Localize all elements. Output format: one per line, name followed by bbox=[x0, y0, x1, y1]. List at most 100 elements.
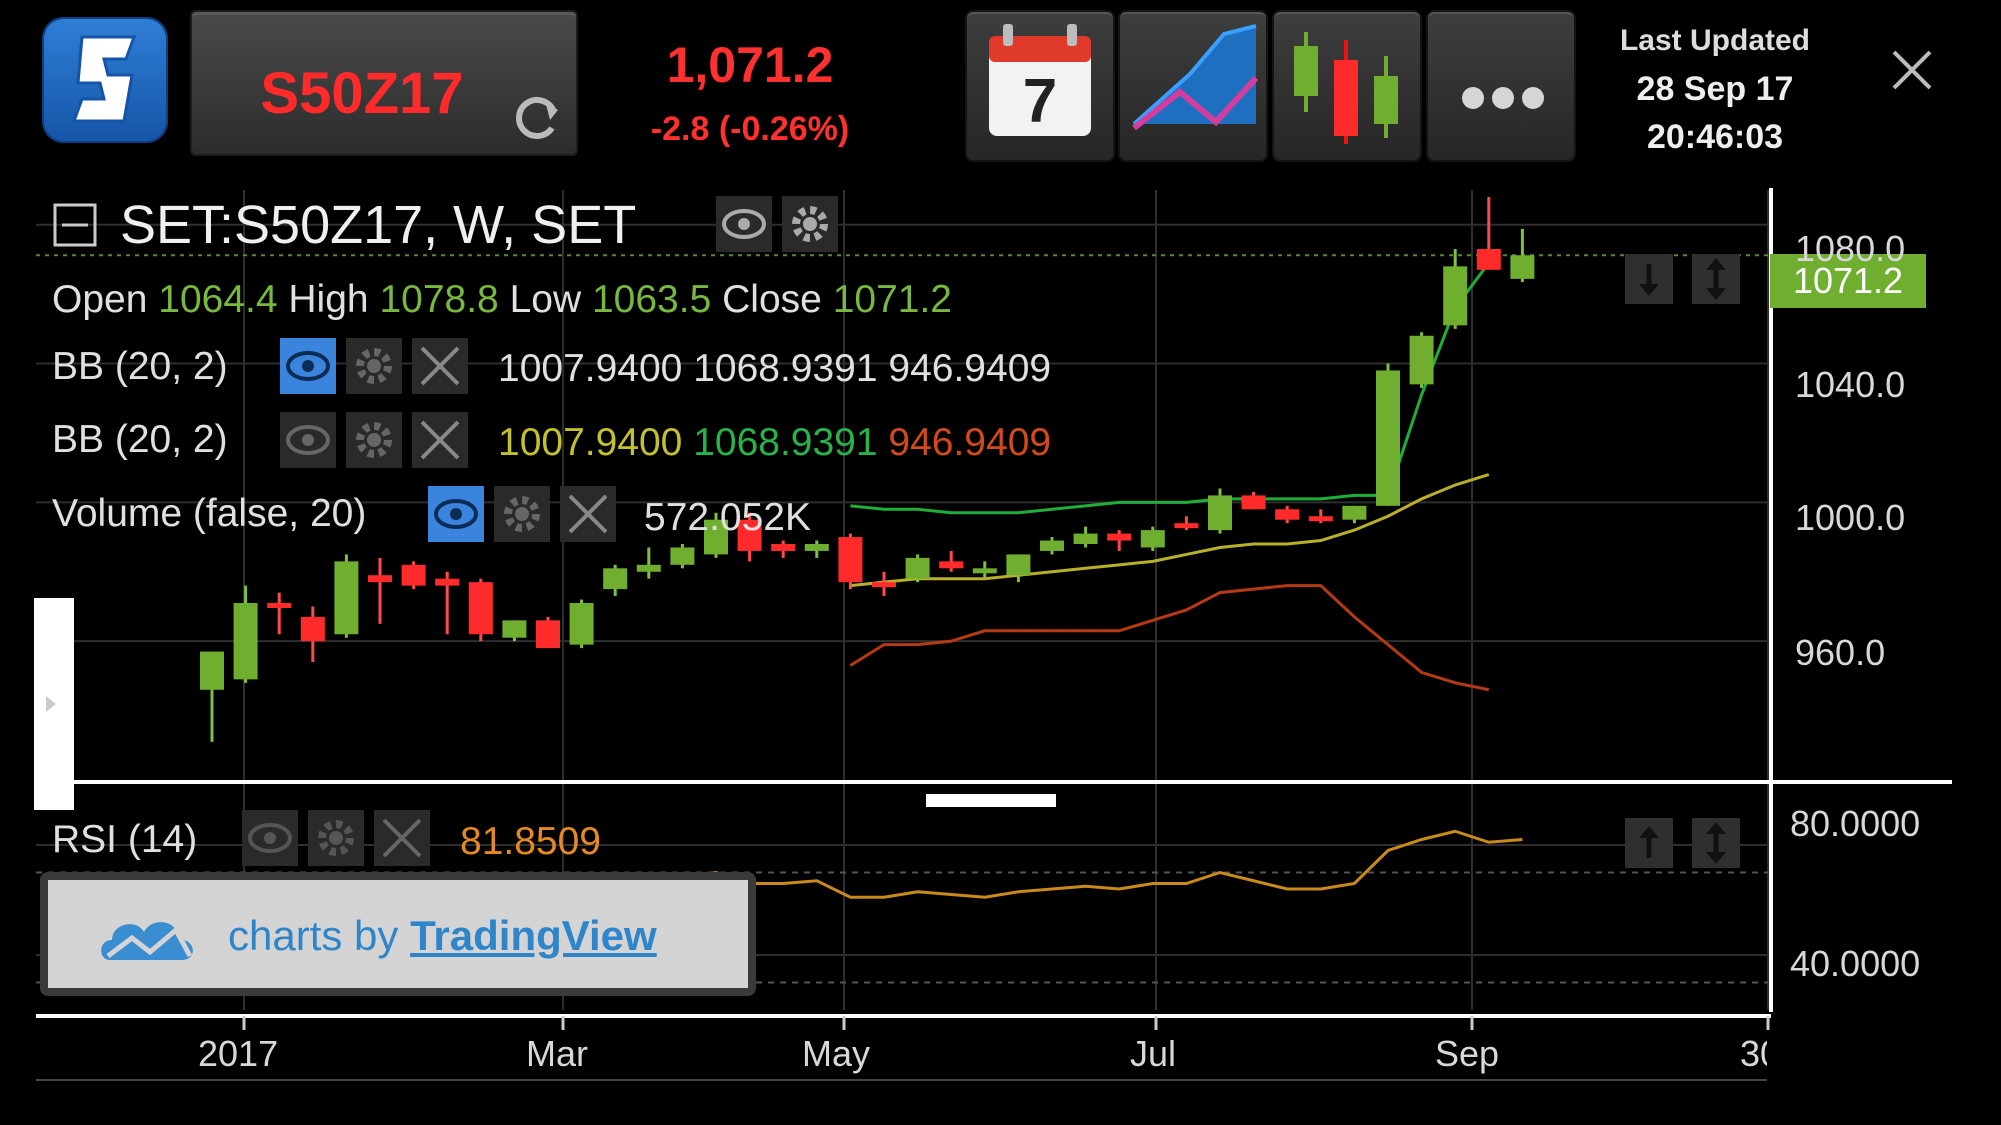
candle[interactable] bbox=[1376, 363, 1400, 506]
candle[interactable] bbox=[1476, 196, 1501, 270]
price-tick-960: 960.0 bbox=[1795, 632, 1886, 673]
candle-body bbox=[1140, 530, 1165, 548]
price-tick-1080: 1080.0 bbox=[1795, 228, 1906, 269]
price-tick-1040: 1040.0 bbox=[1795, 364, 1906, 405]
candle[interactable] bbox=[1174, 516, 1199, 531]
candle[interactable] bbox=[670, 544, 695, 569]
candle[interactable] bbox=[1308, 509, 1333, 524]
volume-settings-button[interactable] bbox=[494, 486, 550, 542]
rsi-settings-button[interactable] bbox=[308, 810, 364, 866]
rsi-remove-button[interactable] bbox=[374, 810, 430, 866]
candle[interactable] bbox=[1241, 491, 1266, 510]
candle[interactable] bbox=[200, 651, 224, 742]
bb2-visibility-button[interactable] bbox=[280, 412, 336, 468]
candle-body bbox=[1275, 509, 1300, 520]
cloud-icon bbox=[101, 922, 193, 960]
candle[interactable] bbox=[1409, 332, 1434, 388]
candle[interactable] bbox=[771, 540, 796, 558]
collapse-legend-icon[interactable] bbox=[52, 202, 98, 248]
bb2-settings-button[interactable] bbox=[346, 412, 402, 468]
candle-body bbox=[1107, 533, 1132, 541]
candle[interactable] bbox=[1275, 505, 1300, 524]
candle[interactable] bbox=[1208, 488, 1232, 534]
candle[interactable] bbox=[1073, 526, 1098, 548]
candle-body bbox=[1040, 540, 1064, 551]
candle-body bbox=[569, 603, 594, 645]
candle-body bbox=[1342, 505, 1367, 520]
ohlc-legend: Open 1064.4 High 1078.8 Low 1063.5 Close… bbox=[52, 278, 952, 322]
rsi-tick-40: 40.0000 bbox=[1790, 943, 1921, 984]
candle-body bbox=[905, 557, 930, 579]
candle[interactable] bbox=[1140, 526, 1165, 551]
pane-resize-handle[interactable] bbox=[926, 794, 1056, 807]
candle[interactable] bbox=[1040, 537, 1064, 555]
candle[interactable] bbox=[1443, 249, 1468, 329]
scale-toggle-button[interactable] bbox=[1692, 254, 1740, 304]
bb2-values: 1007.9400 1068.9391 946.9409 bbox=[498, 421, 1051, 465]
time-tick-mar: Mar bbox=[526, 1033, 588, 1074]
candle[interactable] bbox=[1510, 228, 1535, 282]
bb1-remove-button[interactable] bbox=[412, 338, 468, 394]
low-value: 1063.5 bbox=[591, 278, 712, 321]
candle[interactable] bbox=[267, 592, 292, 635]
candle[interactable] bbox=[1107, 530, 1132, 551]
rsi-scale-toggle-button[interactable] bbox=[1692, 818, 1740, 868]
tradingview-badge[interactable]: charts by TradingView bbox=[40, 872, 756, 996]
candle[interactable] bbox=[569, 599, 594, 649]
close-label: Close bbox=[722, 278, 822, 321]
time-tick-may: May bbox=[802, 1033, 871, 1074]
remove-icon bbox=[420, 346, 460, 386]
tradingview-text: charts by TradingView bbox=[228, 912, 657, 960]
candle[interactable] bbox=[939, 550, 964, 572]
candle[interactable] bbox=[502, 620, 527, 642]
candle[interactable] bbox=[872, 571, 896, 597]
high-value: 1078.8 bbox=[379, 278, 499, 321]
rsi-scroll-up-button[interactable] bbox=[1625, 818, 1673, 868]
candle[interactable] bbox=[536, 616, 560, 649]
candle-body bbox=[1073, 533, 1098, 544]
volume-value: 572.052K bbox=[644, 496, 811, 539]
candle-body bbox=[872, 582, 896, 588]
candle-body bbox=[300, 616, 325, 642]
candle[interactable] bbox=[468, 578, 493, 642]
candle[interactable] bbox=[972, 561, 997, 579]
bb1-settings-button[interactable] bbox=[346, 338, 402, 394]
candle[interactable] bbox=[603, 564, 628, 597]
series-settings-button[interactable] bbox=[782, 196, 838, 252]
series-visibility-button[interactable] bbox=[716, 196, 772, 252]
candle-body bbox=[502, 620, 527, 638]
candle[interactable] bbox=[838, 533, 863, 590]
tradingview-link[interactable]: TradingView bbox=[410, 912, 657, 959]
candle[interactable] bbox=[435, 571, 460, 635]
side-panel-handle[interactable] bbox=[34, 598, 74, 810]
high-label: High bbox=[288, 278, 369, 321]
candle-body bbox=[603, 568, 628, 590]
candle[interactable] bbox=[300, 606, 325, 662]
bb-lower-line bbox=[849, 584, 1490, 692]
candle[interactable] bbox=[1342, 505, 1367, 524]
rsi-series bbox=[682, 829, 1523, 899]
candle[interactable] bbox=[905, 554, 930, 583]
candle[interactable] bbox=[368, 557, 392, 624]
series-title: SET:S50Z17, W, SET bbox=[120, 195, 637, 255]
scroll-down-button[interactable] bbox=[1625, 254, 1673, 304]
eye-icon bbox=[434, 499, 478, 529]
bb1-mid-value: 1007.9400 bbox=[498, 347, 683, 390]
candle-body bbox=[1409, 335, 1434, 385]
bb1-visibility-button[interactable] bbox=[280, 338, 336, 394]
time-tick-30: 30 bbox=[1740, 1033, 1767, 1074]
rsi-visibility-button[interactable] bbox=[242, 810, 298, 866]
volume-visibility-button[interactable] bbox=[428, 486, 484, 542]
candle[interactable] bbox=[334, 554, 359, 638]
candle-body bbox=[1376, 370, 1400, 506]
rsi-label: RSI (14) bbox=[52, 818, 198, 861]
volume-remove-button[interactable] bbox=[560, 486, 616, 542]
candle[interactable] bbox=[401, 561, 426, 590]
candle[interactable] bbox=[1006, 554, 1031, 583]
candle[interactable] bbox=[636, 547, 661, 579]
bb2-remove-button[interactable] bbox=[412, 412, 468, 468]
candle[interactable] bbox=[233, 585, 258, 683]
time-tick-2017: 2017 bbox=[198, 1033, 279, 1074]
candle[interactable] bbox=[804, 540, 829, 558]
candle-body bbox=[368, 575, 392, 583]
